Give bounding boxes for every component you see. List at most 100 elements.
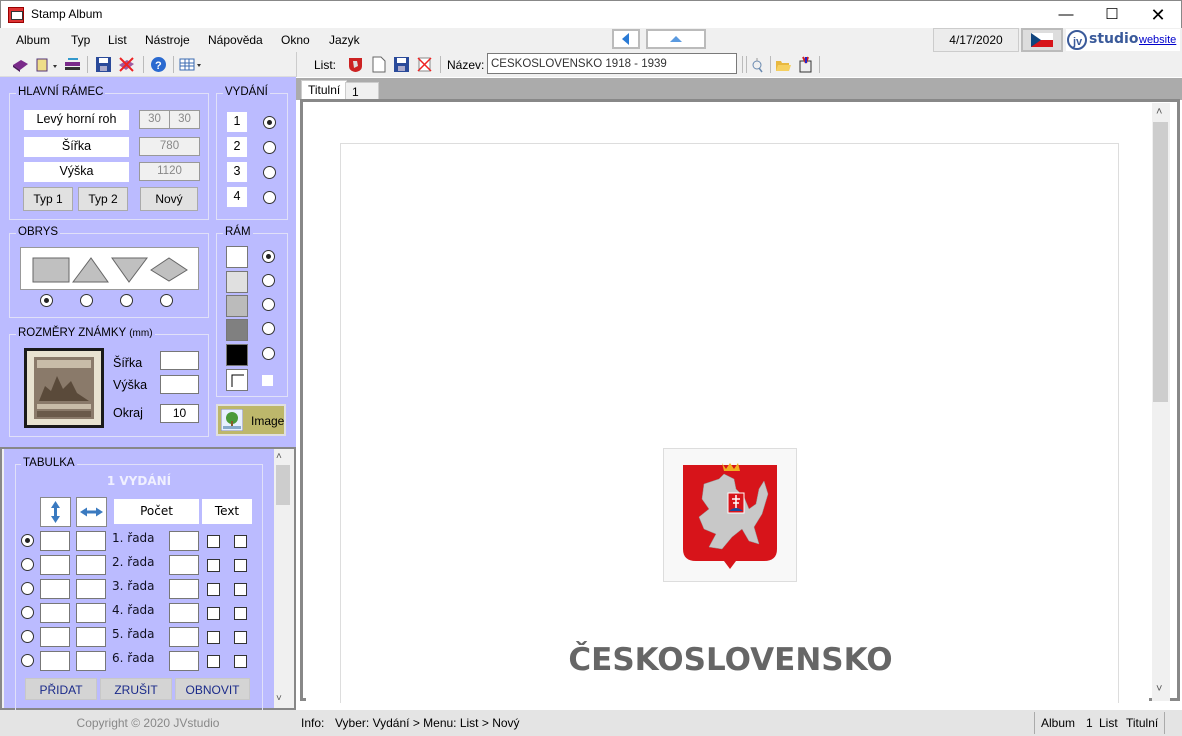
help-icon[interactable]: ? xyxy=(150,56,167,73)
grid-icon[interactable] xyxy=(179,56,203,73)
issue-2-radio[interactable] xyxy=(263,141,276,154)
row-width-input[interactable] xyxy=(76,603,106,623)
scroll-thumb[interactable] xyxy=(276,465,290,505)
row-count-input[interactable] xyxy=(169,651,199,671)
page-name-input[interactable] xyxy=(487,53,737,74)
page-scrollbar[interactable]: ˄ ˅ xyxy=(1152,103,1170,701)
frame-black-radio[interactable] xyxy=(262,347,275,360)
stamp-width-input[interactable] xyxy=(160,351,199,370)
row-text-checkbox-1[interactable] xyxy=(207,655,220,668)
row-text-checkbox-2[interactable] xyxy=(234,583,247,596)
issue-4-radio[interactable] xyxy=(263,191,276,204)
top-left-x-field[interactable]: 30 xyxy=(139,110,170,129)
menu-napoveda[interactable]: Nápověda xyxy=(208,33,263,47)
frame-swatch-gray[interactable] xyxy=(226,295,248,317)
row-text-checkbox-2[interactable] xyxy=(234,631,247,644)
delete-page-icon[interactable] xyxy=(416,56,433,73)
outline-triangle-up-radio[interactable] xyxy=(80,294,93,307)
new-button[interactable]: Nový xyxy=(140,187,198,211)
outline-rectangle-radio[interactable] xyxy=(40,294,53,307)
scroll-thumb[interactable] xyxy=(1153,122,1168,402)
menu-album[interactable]: Album xyxy=(16,33,50,47)
vertical-resize-button[interactable] xyxy=(40,497,71,527)
width-field[interactable]: 780 xyxy=(139,137,200,156)
menu-nastroje[interactable]: Nástroje xyxy=(145,33,190,47)
tab-titulni[interactable]: Titulní xyxy=(301,80,348,100)
row-select-radio[interactable] xyxy=(21,558,34,571)
save-page-icon[interactable] xyxy=(393,56,410,73)
frame-dark-gray-radio[interactable] xyxy=(262,322,275,335)
frame-corner-button[interactable] xyxy=(226,369,248,391)
top-left-y-field[interactable]: 30 xyxy=(169,110,200,129)
row-height-input[interactable] xyxy=(40,603,70,623)
delete-album-icon[interactable] xyxy=(118,56,135,73)
frame-white-radio[interactable] xyxy=(262,250,275,263)
close-button[interactable]: ✕ xyxy=(1135,1,1181,29)
row-count-input[interactable] xyxy=(169,603,199,623)
row-height-input[interactable] xyxy=(40,531,70,551)
row-select-radio[interactable] xyxy=(21,630,34,643)
menu-typ[interactable]: Typ xyxy=(71,33,90,47)
frame-swatch-light-gray[interactable] xyxy=(226,271,248,293)
row-text-checkbox-1[interactable] xyxy=(207,607,220,620)
save-icon[interactable] xyxy=(95,56,112,73)
menu-list[interactable]: List xyxy=(108,33,127,47)
new-page-icon[interactable] xyxy=(370,56,387,73)
row-text-checkbox-1[interactable] xyxy=(207,559,220,572)
row-text-checkbox-1[interactable] xyxy=(207,631,220,644)
row-height-input[interactable] xyxy=(40,555,70,575)
up-button[interactable] xyxy=(646,29,706,49)
add-button[interactable]: PŘIDAT xyxy=(25,678,97,700)
scroll-up-icon[interactable]: ˄ xyxy=(1156,106,1162,118)
frame-swatch-black[interactable] xyxy=(226,344,248,366)
row-width-input[interactable] xyxy=(76,651,106,671)
row-count-input[interactable] xyxy=(169,555,199,575)
row-text-checkbox-2[interactable] xyxy=(234,655,247,668)
row-select-radio[interactable] xyxy=(21,606,34,619)
row-select-radio[interactable] xyxy=(21,582,34,595)
website-link[interactable]: website xyxy=(1139,34,1176,46)
row-select-radio[interactable] xyxy=(21,654,34,667)
paint-icon[interactable] xyxy=(797,56,814,73)
issue-1-radio[interactable] xyxy=(263,116,276,129)
height-field[interactable]: 1120 xyxy=(139,162,200,181)
row-text-checkbox-1[interactable] xyxy=(207,583,220,596)
scroll-up-icon[interactable]: ˄ xyxy=(276,451,282,462)
type2-button[interactable]: Typ 2 xyxy=(78,187,128,211)
scroll-down-icon[interactable]: ˅ xyxy=(1156,683,1162,695)
type1-button[interactable]: Typ 1 xyxy=(23,187,73,211)
frame-gray-radio[interactable] xyxy=(262,298,275,311)
table-scrollbar[interactable]: ˄ ˅ xyxy=(274,449,292,708)
row-height-input[interactable] xyxy=(40,579,70,599)
refresh-button[interactable]: OBNOVIT xyxy=(175,678,250,700)
row-select-radio[interactable] xyxy=(21,534,34,547)
frame-swatch-dark-gray[interactable] xyxy=(226,319,248,341)
outline-triangle-down-radio[interactable] xyxy=(120,294,133,307)
scroll-down-icon[interactable]: ˅ xyxy=(276,693,282,704)
language-flag-button[interactable] xyxy=(1021,28,1063,52)
minimize-button[interactable]: — xyxy=(1043,1,1089,29)
row-width-input[interactable] xyxy=(76,555,106,575)
row-text-checkbox-2[interactable] xyxy=(234,559,247,572)
cancel-button[interactable]: ZRUŠIT xyxy=(100,678,172,700)
album-book-icon[interactable] xyxy=(12,56,29,73)
horizontal-resize-button[interactable] xyxy=(76,497,107,527)
open-folder-icon[interactable] xyxy=(775,56,792,73)
maximize-button[interactable]: ☐ xyxy=(1089,1,1135,29)
frame-light-gray-radio[interactable] xyxy=(262,274,275,287)
row-text-checkbox-2[interactable] xyxy=(234,607,247,620)
frame-swatch-white[interactable] xyxy=(226,246,248,268)
row-count-input[interactable] xyxy=(169,531,199,551)
menu-okno[interactable]: Okno xyxy=(281,33,310,47)
row-width-input[interactable] xyxy=(76,531,106,551)
open-album-icon[interactable] xyxy=(35,56,57,73)
row-height-input[interactable] xyxy=(40,651,70,671)
menu-jazyk[interactable]: Jazyk xyxy=(329,33,360,47)
issue-3-radio[interactable] xyxy=(263,166,276,179)
row-count-input[interactable] xyxy=(169,579,199,599)
frame-corner-checkbox[interactable] xyxy=(262,375,273,386)
zoom-icon[interactable] xyxy=(750,56,767,73)
outline-diamond-radio[interactable] xyxy=(160,294,173,307)
row-height-input[interactable] xyxy=(40,627,70,647)
row-count-input[interactable] xyxy=(169,627,199,647)
